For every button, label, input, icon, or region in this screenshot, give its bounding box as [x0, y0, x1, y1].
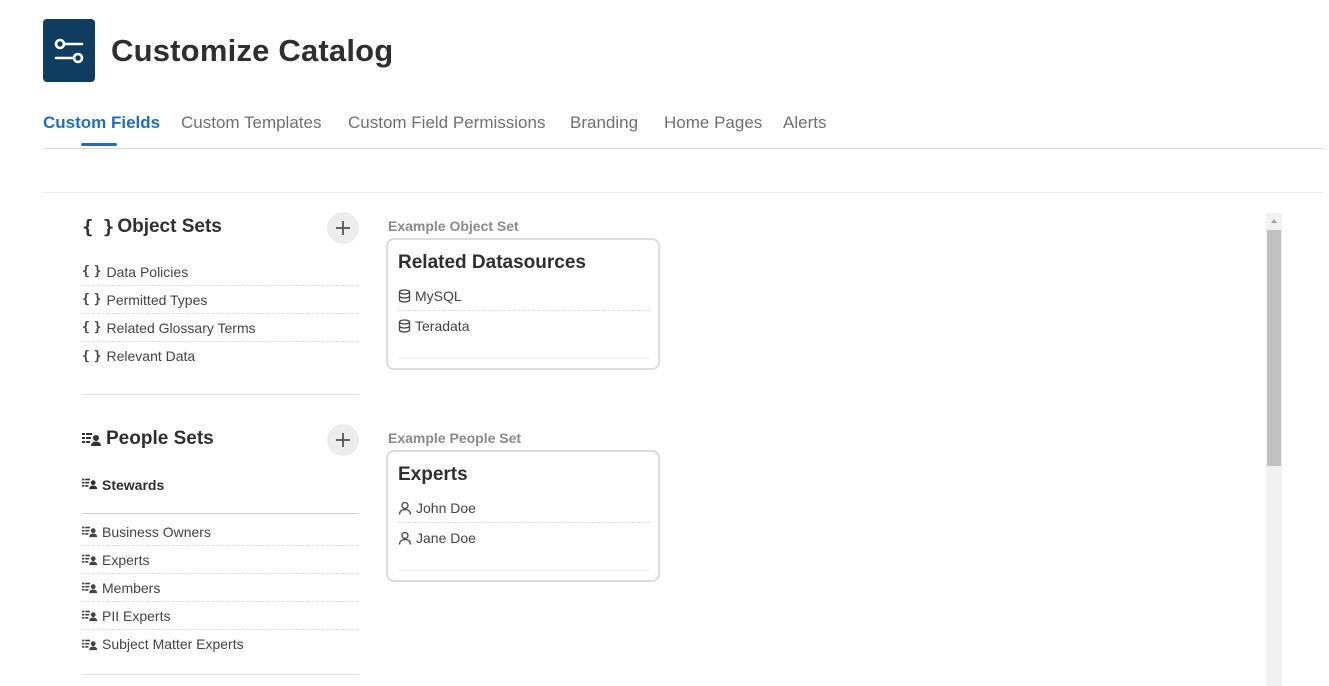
- list-item-label: PII Experts: [102, 607, 171, 624]
- list-item-label: Related Glossary Terms: [106, 319, 256, 336]
- card-row: MySQL: [398, 282, 650, 311]
- scroll-up-arrow-icon[interactable]: [1266, 213, 1282, 229]
- card-title: Experts: [398, 464, 468, 485]
- object-sets-list: { } Data Policies { } Permitted Types { …: [82, 258, 359, 370]
- list-item[interactable]: Experts: [82, 546, 359, 574]
- vertical-scrollbar[interactable]: [1266, 213, 1282, 686]
- list-item[interactable]: { } Permitted Types: [82, 286, 359, 314]
- plus-icon: [336, 433, 350, 447]
- braces-icon: { }: [82, 292, 102, 307]
- list-item[interactable]: { } Relevant Data: [82, 342, 359, 370]
- list-item-label: Data Policies: [106, 263, 189, 280]
- people-sets-heading: People Sets: [82, 428, 214, 450]
- add-object-set-button[interactable]: [327, 212, 359, 244]
- page-header: Customize Catalog: [43, 19, 393, 82]
- braces-icon: { }: [82, 216, 114, 238]
- database-icon: [398, 289, 411, 303]
- example-people-set-label: Example People Set: [388, 430, 522, 446]
- card-row-label: Jane Doe: [416, 529, 476, 546]
- list-item-label: Subject Matter Experts: [102, 636, 244, 652]
- braces-icon: { }: [82, 320, 102, 335]
- plus-icon: [336, 221, 350, 235]
- card-rows: John Doe Jane Doe: [398, 494, 650, 552]
- add-people-set-button[interactable]: [327, 424, 359, 456]
- tab-alerts[interactable]: Alerts: [783, 113, 826, 133]
- object-sets-heading: { } Object Sets: [82, 216, 222, 238]
- settings-sliders-icon: [43, 19, 95, 82]
- database-icon: [398, 318, 411, 333]
- content-divider: [43, 192, 1323, 193]
- tab-custom-field-permissions[interactable]: Custom Field Permissions: [348, 113, 545, 133]
- list-item-featured[interactable]: Stewards: [82, 476, 359, 514]
- list-item[interactable]: Business Owners: [82, 518, 359, 546]
- section-divider: [82, 394, 359, 395]
- list-item-label: Stewards: [102, 477, 165, 493]
- list-item[interactable]: Members: [82, 574, 359, 602]
- list-item[interactable]: PII Experts: [82, 602, 359, 630]
- object-sets-title: Object Sets: [117, 216, 222, 237]
- user-icon: [398, 501, 412, 515]
- people-list-icon: [82, 639, 98, 650]
- people-list-icon: [82, 582, 98, 594]
- example-object-set-label: Example Object Set: [388, 218, 519, 234]
- active-tab-indicator: [81, 143, 117, 146]
- card-row: Teradata: [398, 311, 650, 340]
- card-row-label: John Doe: [416, 500, 476, 516]
- card-title: Related Datasources: [398, 252, 586, 273]
- card-footer-line: [398, 570, 650, 571]
- list-item-label: Members: [102, 579, 161, 596]
- braces-icon: { }: [82, 264, 102, 279]
- list-item-label: Relevant Data: [106, 348, 196, 364]
- tab-branding[interactable]: Branding: [570, 113, 638, 133]
- list-item[interactable]: { } Data Policies: [82, 258, 359, 286]
- people-list-icon: [82, 526, 98, 538]
- example-object-set-card: Related Datasources MySQL Teradata: [386, 238, 660, 370]
- example-people-set-card: Experts John Doe Jane Doe: [386, 450, 660, 582]
- tab-bar: Custom Fields Custom Templates Custom Fi…: [43, 100, 1323, 149]
- tab-custom-templates[interactable]: Custom Templates: [181, 113, 321, 133]
- list-item[interactable]: { } Related Glossary Terms: [82, 314, 359, 342]
- list-item[interactable]: Subject Matter Experts: [82, 630, 359, 658]
- card-row: Jane Doe: [398, 523, 650, 552]
- scrollbar-thumb[interactable]: [1267, 230, 1281, 466]
- people-sets-title: People Sets: [106, 428, 214, 449]
- people-list-icon: [82, 433, 101, 446]
- card-row: John Doe: [398, 494, 650, 523]
- list-item-label: Experts: [102, 551, 150, 568]
- braces-icon: { }: [82, 348, 102, 364]
- page-title: Customize Catalog: [111, 32, 394, 68]
- card-row-label: Teradata: [415, 317, 470, 334]
- people-list-icon: [82, 610, 98, 622]
- people-list-icon: [82, 554, 98, 566]
- tab-custom-fields[interactable]: Custom Fields: [43, 113, 160, 133]
- section-divider: [82, 674, 359, 675]
- people-list-icon: [82, 478, 98, 490]
- user-icon: [398, 531, 412, 545]
- list-item-label: Permitted Types: [106, 291, 208, 308]
- list-item-label: Business Owners: [102, 523, 211, 540]
- card-footer-line: [398, 358, 650, 359]
- people-sets-list: Stewards Business Owners Experts Members: [82, 476, 359, 658]
- card-row-label: MySQL: [415, 288, 462, 304]
- card-rows: MySQL Teradata: [398, 282, 650, 340]
- tab-home-pages[interactable]: Home Pages: [664, 113, 762, 133]
